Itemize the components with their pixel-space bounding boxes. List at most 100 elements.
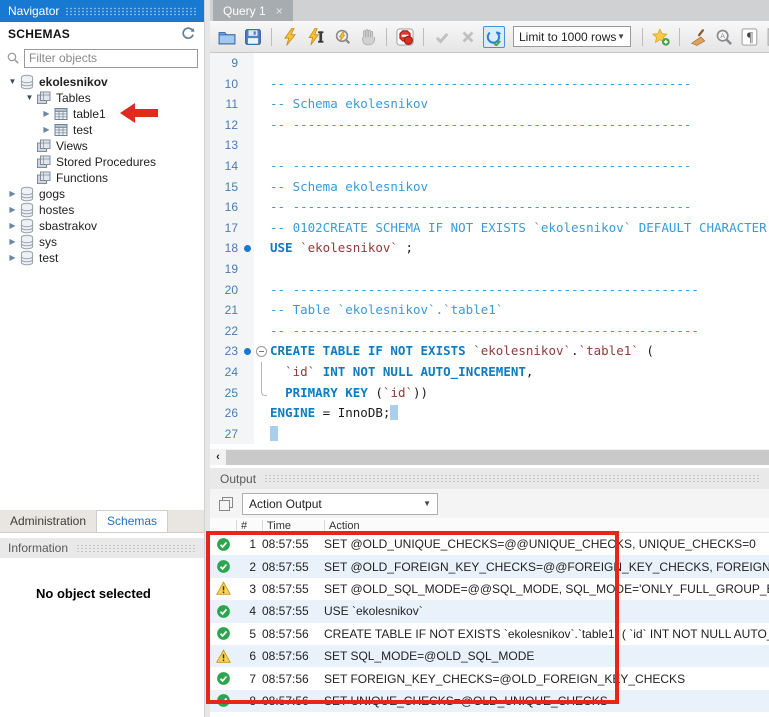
fold-column bbox=[254, 300, 270, 321]
code-text bbox=[270, 53, 769, 74]
find-panel-icon[interactable]: A bbox=[713, 26, 735, 48]
code-line-13: 13 bbox=[210, 135, 769, 156]
expander-icon[interactable]: ▶ bbox=[6, 250, 19, 266]
code-text: -- Schema ekolesnikov bbox=[270, 177, 769, 198]
tree-item-table1[interactable]: ▶table1 bbox=[0, 106, 204, 122]
rollback-icon[interactable] bbox=[457, 26, 479, 48]
open-script-icon[interactable] bbox=[216, 26, 238, 48]
scrollbar-thumb[interactable] bbox=[226, 450, 769, 465]
output-row-1[interactable]: 108:57:55SET @OLD_UNIQUE_CHECKS=@@UNIQUE… bbox=[210, 533, 769, 555]
filter-objects-input[interactable] bbox=[24, 49, 198, 68]
expander-icon[interactable]: ▶ bbox=[6, 218, 19, 234]
group-icon bbox=[36, 90, 52, 106]
toggle-invisibles-icon[interactable]: ¶ bbox=[739, 26, 761, 48]
tree-item-views[interactable]: Views bbox=[0, 138, 204, 154]
code-line-24: 24 `id` INT NOT NULL AUTO_INCREMENT, bbox=[210, 362, 769, 383]
output-view-select[interactable]: Action Output ▼ bbox=[242, 493, 438, 515]
save-script-icon[interactable] bbox=[242, 26, 264, 48]
tree-item-test[interactable]: ▶ test bbox=[0, 122, 204, 138]
code-line-18: 18USE `ekolesnikov` ; bbox=[210, 238, 769, 259]
code-text: -- 0102CREATE SCHEMA IF NOT EXISTS `ekol… bbox=[270, 218, 769, 239]
toolbar-separator bbox=[679, 28, 680, 46]
tab-administration[interactable]: Administration bbox=[0, 511, 96, 532]
output-row-8[interactable]: 808:57:56SET UNIQUE_CHECKS=@OLD_UNIQUE_C… bbox=[210, 690, 769, 712]
fold-column bbox=[254, 135, 270, 156]
tree-item-test[interactable]: ▶test bbox=[0, 250, 204, 266]
sql-code-editor[interactable]: 910-- ----------------------------------… bbox=[210, 53, 769, 449]
line-number: 21 bbox=[210, 300, 240, 321]
table-icon bbox=[53, 106, 69, 122]
code-line-23: 23CREATE TABLE IF NOT EXISTS `ekolesniko… bbox=[210, 341, 769, 362]
refresh-schemas-icon[interactable] bbox=[180, 25, 196, 44]
query-tab[interactable]: Query 1 × bbox=[213, 0, 293, 21]
tree-item-sys[interactable]: ▶sys bbox=[0, 234, 204, 250]
warning-icon bbox=[210, 581, 236, 596]
gutter bbox=[240, 115, 254, 136]
code-text: -- -------------------------------------… bbox=[270, 280, 769, 301]
execute-current-statement-icon[interactable] bbox=[305, 26, 327, 48]
schemas-header: SCHEMAS bbox=[0, 22, 204, 46]
output-row-3[interactable]: 308:57:55SET @OLD_SQL_MODE=@@SQL_MODE, S… bbox=[210, 578, 769, 600]
toolbar-separator bbox=[423, 28, 424, 46]
output-row-4[interactable]: 408:57:55USE `ekolesnikov` bbox=[210, 600, 769, 622]
gutter bbox=[240, 424, 254, 445]
database-icon bbox=[19, 202, 35, 218]
tab-schemas[interactable]: Schemas bbox=[96, 510, 168, 532]
statement-marker-icon bbox=[240, 341, 254, 362]
row-index: 6 bbox=[236, 649, 262, 663]
row-index: 2 bbox=[236, 560, 262, 574]
scroll-left-icon[interactable]: ‹ bbox=[210, 451, 226, 463]
tree-item-label: test bbox=[73, 122, 92, 138]
code-line-17: 17-- 0102CREATE SCHEMA IF NOT EXISTS `ek… bbox=[210, 218, 769, 239]
tree-item-gogs[interactable]: ▶gogs bbox=[0, 186, 204, 202]
expander-icon[interactable]: ▶ bbox=[6, 186, 19, 202]
close-tab-icon[interactable]: × bbox=[276, 4, 283, 18]
row-time: 08:57:56 bbox=[262, 694, 324, 708]
output-row-5[interactable]: 508:57:56CREATE TABLE IF NOT EXISTS `eko… bbox=[210, 623, 769, 645]
code-line-15: 15-- Schema ekolesnikov bbox=[210, 177, 769, 198]
row-action: SET @OLD_UNIQUE_CHECKS=@@UNIQUE_CHECKS, … bbox=[324, 537, 769, 551]
tree-item-label: hostes bbox=[39, 202, 74, 218]
statement-marker-icon bbox=[240, 238, 254, 259]
line-number: 26 bbox=[210, 403, 240, 424]
code-line-27: 27 bbox=[210, 424, 769, 445]
expander-icon[interactable]: ▶ bbox=[40, 106, 53, 122]
group-icon bbox=[36, 138, 52, 154]
tree-item-ekolesnikov[interactable]: ▼ekolesnikov bbox=[0, 74, 204, 90]
gutter bbox=[240, 74, 254, 95]
output-row-6[interactable]: 608:57:56SET SQL_MODE=@OLD_SQL_MODE bbox=[210, 645, 769, 667]
expander-icon[interactable]: ▶ bbox=[40, 122, 53, 138]
tree-item-tables[interactable]: ▼ Tables bbox=[0, 90, 204, 106]
autocommit-toggle-icon[interactable] bbox=[483, 26, 505, 48]
tree-item-stored-procedures[interactable]: Stored Procedures bbox=[0, 154, 204, 170]
expander-icon[interactable]: ▶ bbox=[6, 202, 19, 218]
code-text: -- -------------------------------------… bbox=[270, 74, 769, 95]
expander-icon[interactable]: ▼ bbox=[6, 74, 19, 90]
output-row-7[interactable]: 708:57:56SET FOREIGN_KEY_CHECKS=@OLD_FOR… bbox=[210, 667, 769, 689]
commit-icon[interactable] bbox=[431, 26, 453, 48]
tree-item-sbastrakov[interactable]: ▶sbastrakov bbox=[0, 218, 204, 234]
stop-on-error-toggle-icon[interactable] bbox=[394, 26, 416, 48]
toggle-wrapping-icon[interactable] bbox=[765, 26, 769, 48]
row-index: 5 bbox=[236, 627, 262, 641]
expander-icon[interactable]: ▼ bbox=[23, 90, 36, 106]
editor-horizontal-scrollbar[interactable]: ‹ bbox=[210, 449, 769, 465]
expander-icon[interactable]: ▶ bbox=[6, 234, 19, 250]
limit-rows-select[interactable]: Limit to 1000 rows▼ bbox=[513, 26, 631, 47]
stop-query-icon[interactable] bbox=[357, 26, 379, 48]
fold-column bbox=[254, 238, 270, 259]
line-number: 16 bbox=[210, 197, 240, 218]
fold-column bbox=[254, 362, 270, 383]
tree-item-functions[interactable]: Functions bbox=[0, 170, 204, 186]
save-snippet-icon[interactable] bbox=[650, 26, 672, 48]
output-row-2[interactable]: 208:57:55SET @OLD_FOREIGN_KEY_CHECKS=@@F… bbox=[210, 555, 769, 577]
fold-toggle-icon[interactable] bbox=[254, 341, 270, 362]
beautify-script-icon[interactable] bbox=[687, 26, 709, 48]
gutter bbox=[240, 177, 254, 198]
tree-item-label: Tables bbox=[56, 90, 91, 106]
explain-plan-icon[interactable] bbox=[331, 26, 353, 48]
tree-item-hostes[interactable]: ▶ hostes bbox=[0, 202, 204, 218]
execute-script-icon[interactable] bbox=[279, 26, 301, 48]
output-grid: 108:57:55SET @OLD_UNIQUE_CHECKS=@@UNIQUE… bbox=[210, 533, 769, 717]
database-icon bbox=[19, 186, 35, 202]
